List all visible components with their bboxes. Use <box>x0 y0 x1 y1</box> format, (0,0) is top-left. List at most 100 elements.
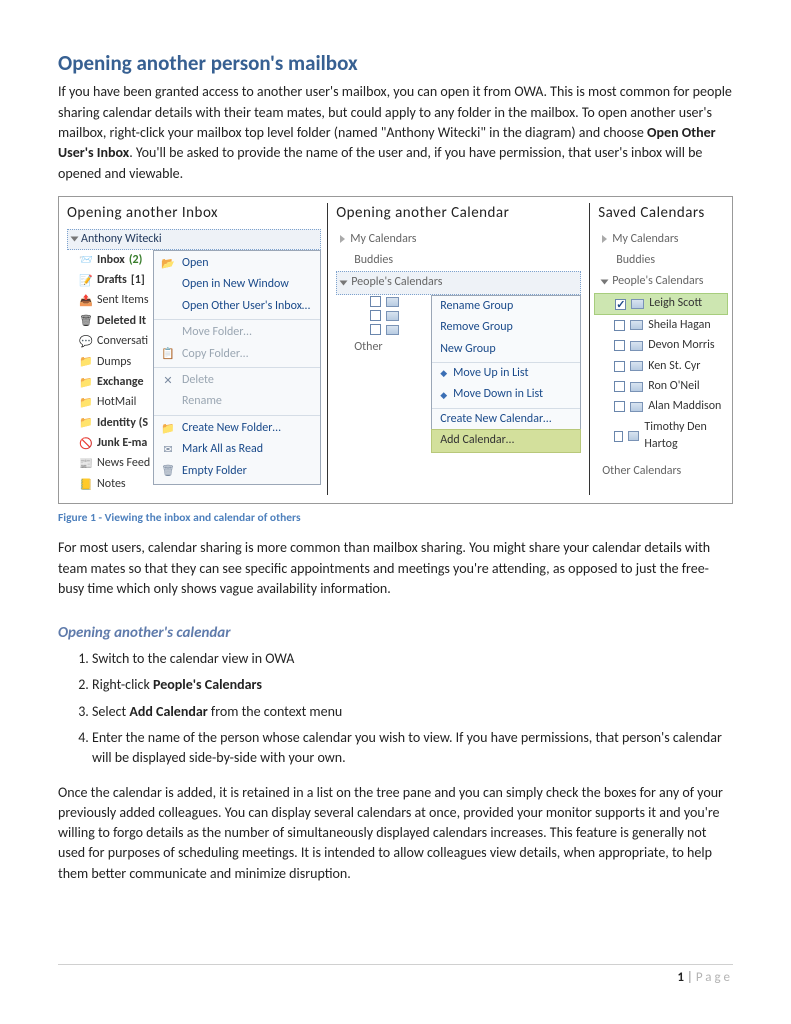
person-name: Devon Morris <box>648 337 714 354</box>
saved-calendar-row[interactable]: Alan Maddison <box>598 397 724 417</box>
peoples-calendars-saved[interactable]: People's Calendars <box>598 271 724 292</box>
checkbox-icon[interactable] <box>614 361 625 372</box>
menu-item[interactable]: ◆Move Down in List <box>432 384 580 405</box>
checkbox-icon[interactable] <box>370 296 381 307</box>
menu-label: Create New Calendar… <box>440 411 551 428</box>
folder-item[interactable]: 📁Exchange <box>67 372 153 392</box>
calendar-mini-icon <box>630 341 643 351</box>
menu-label: New Group <box>440 341 495 358</box>
calendar-checkbox-row[interactable] <box>354 323 399 337</box>
menu-item[interactable]: Open in New Window <box>154 274 320 295</box>
saved-calendar-row[interactable]: Sheila Hagan <box>598 315 724 335</box>
calendar-mini-icon <box>631 299 644 309</box>
figure-col-inbox: Opening another Inbox Anthony Witecki 📨I… <box>67 203 328 495</box>
checkbox-icon[interactable] <box>615 299 626 310</box>
menu-item[interactable]: ◆Move Up in List <box>432 362 580 384</box>
folder-tree: 📨Inbox (2)📝Drafts [1]📤Sent Items🗑Deleted… <box>67 250 153 495</box>
page-number: 1 <box>677 970 684 985</box>
peoples-calendars-section[interactable]: People's Calendars <box>336 271 581 294</box>
menu-item: Rename <box>154 391 320 412</box>
folder-icon: 🚫 <box>79 438 93 450</box>
menu-item[interactable]: ✉Mark All as Read <box>154 439 320 460</box>
checkbox-icon[interactable] <box>614 401 625 412</box>
menu-item[interactable]: 📁Create New Folder… <box>154 415 320 439</box>
step-3: Select Add Calendar from the context men… <box>92 702 733 722</box>
folder-item[interactable]: 📒Notes <box>67 474 153 494</box>
calendar-checkbox-row[interactable] <box>354 309 399 323</box>
saved-calendar-row[interactable]: Devon Morris <box>598 336 724 356</box>
folder-item[interactable]: 📰 News Feed <box>67 454 153 474</box>
checkbox-icon[interactable] <box>614 320 625 331</box>
menu-label: Move Up in List <box>453 365 528 382</box>
folder-item[interactable]: 📨Inbox (2) <box>67 250 153 270</box>
folder-item[interactable]: 📁Identity (S <box>67 413 153 433</box>
saved-calendar-row[interactable]: Ken St. Cyr <box>598 356 724 376</box>
mailbox-root[interactable]: Anthony Witecki <box>67 229 321 250</box>
folder-item[interactable]: 🚫Junk E-ma <box>67 434 153 454</box>
my-calendars-saved[interactable]: My Calendars <box>598 229 724 250</box>
menu-icon: ✉ <box>160 442 176 458</box>
figure-col-saved: Saved Calendars My Calendars Buddies Peo… <box>590 203 724 495</box>
folder-item[interactable]: 📝Drafts [1] <box>67 270 153 290</box>
buddies-section[interactable]: Buddies <box>336 250 581 271</box>
menu-item[interactable]: Create New Calendar… <box>432 408 580 430</box>
menu-item[interactable]: New Group <box>432 339 580 360</box>
menu-item[interactable]: Open Other User's Inbox… <box>154 296 320 317</box>
section-label: Buddies <box>616 252 655 269</box>
expand-icon <box>71 237 79 242</box>
checkbox-icon[interactable] <box>370 324 381 335</box>
saved-calendar-row[interactable]: Leigh Scott <box>594 293 728 315</box>
my-calendars-section[interactable]: My Calendars <box>336 229 581 250</box>
folder-label: News Feed <box>97 455 150 472</box>
folder-icon: 📁 <box>79 417 93 429</box>
menu-item[interactable]: Remove Group <box>432 317 580 338</box>
calendar-checkbox-row[interactable] <box>354 295 399 309</box>
calendar-mini-icon <box>628 431 639 441</box>
section-label: Buddies <box>354 252 393 269</box>
menu-label: Copy Folder… <box>182 346 248 363</box>
menu-item[interactable]: 📂Open <box>154 253 320 274</box>
buddies-saved[interactable]: Buddies <box>598 250 724 271</box>
menu-item[interactable]: Add Calendar… <box>431 429 581 452</box>
saved-calendar-row[interactable]: Ron O'Neil <box>598 376 724 396</box>
saved-calendar-row[interactable]: Timothy Den Hartog <box>598 417 724 455</box>
folder-icon: 📰 <box>79 458 93 470</box>
calendar-mini-icon <box>630 361 643 371</box>
menu-icon: 📂 <box>160 256 176 272</box>
menu-icon: ◆ <box>440 389 447 402</box>
section-label: Other Calendars <box>602 463 681 480</box>
chevron-down-icon <box>601 280 609 285</box>
checkbox-icon[interactable] <box>614 340 625 351</box>
folder-item[interactable]: 🗑Deleted It <box>67 311 153 331</box>
menu-item[interactable]: Rename Group <box>432 296 580 317</box>
folder-item[interactable]: 📁Dumps <box>67 352 153 372</box>
other-calendars-saved: Other Calendars <box>598 461 724 482</box>
checkbox-icon[interactable] <box>370 310 381 321</box>
menu-label: Rename <box>182 393 222 410</box>
person-name: Sheila Hagan <box>648 317 710 334</box>
folder-item[interactable]: 💬Conversati <box>67 332 153 352</box>
folder-item[interactable]: 📁HotMail <box>67 393 153 413</box>
folder-icon: 📤 <box>79 295 93 307</box>
checkbox-icon[interactable] <box>614 431 623 442</box>
menu-item[interactable]: 🗑Empty Folder <box>154 461 320 482</box>
calendar-mini-icon <box>630 320 643 330</box>
section-label: People's Calendars <box>612 273 703 290</box>
page-footer: 1 | Page <box>58 964 733 988</box>
menu-label: Open Other User's Inbox… <box>182 298 310 315</box>
checkbox-icon[interactable] <box>614 381 625 392</box>
folder-label: Notes <box>97 476 126 493</box>
menu-icon: 🗑 <box>160 463 176 479</box>
person-name: Timothy Den Hartog <box>644 419 724 454</box>
folder-icon: 📝 <box>79 275 93 287</box>
calendar-mini-icon <box>630 382 643 392</box>
menu-label: Create New Folder… <box>182 420 281 437</box>
step-2: Right-click People's Calendars <box>92 675 733 695</box>
menu-icon: 📋 <box>160 346 176 362</box>
menu-item: 📋 Copy Folder… <box>154 344 320 365</box>
context-menu-inbox: 📂OpenOpen in New Window Open Other User's… <box>153 250 321 495</box>
folder-label: Deleted It <box>97 313 146 330</box>
context-menu-calendar: Rename GroupRemove GroupNew Group◆Move U… <box>431 295 581 453</box>
folder-item[interactable]: 📤Sent Items <box>67 291 153 311</box>
footer-sep: | <box>684 970 696 985</box>
